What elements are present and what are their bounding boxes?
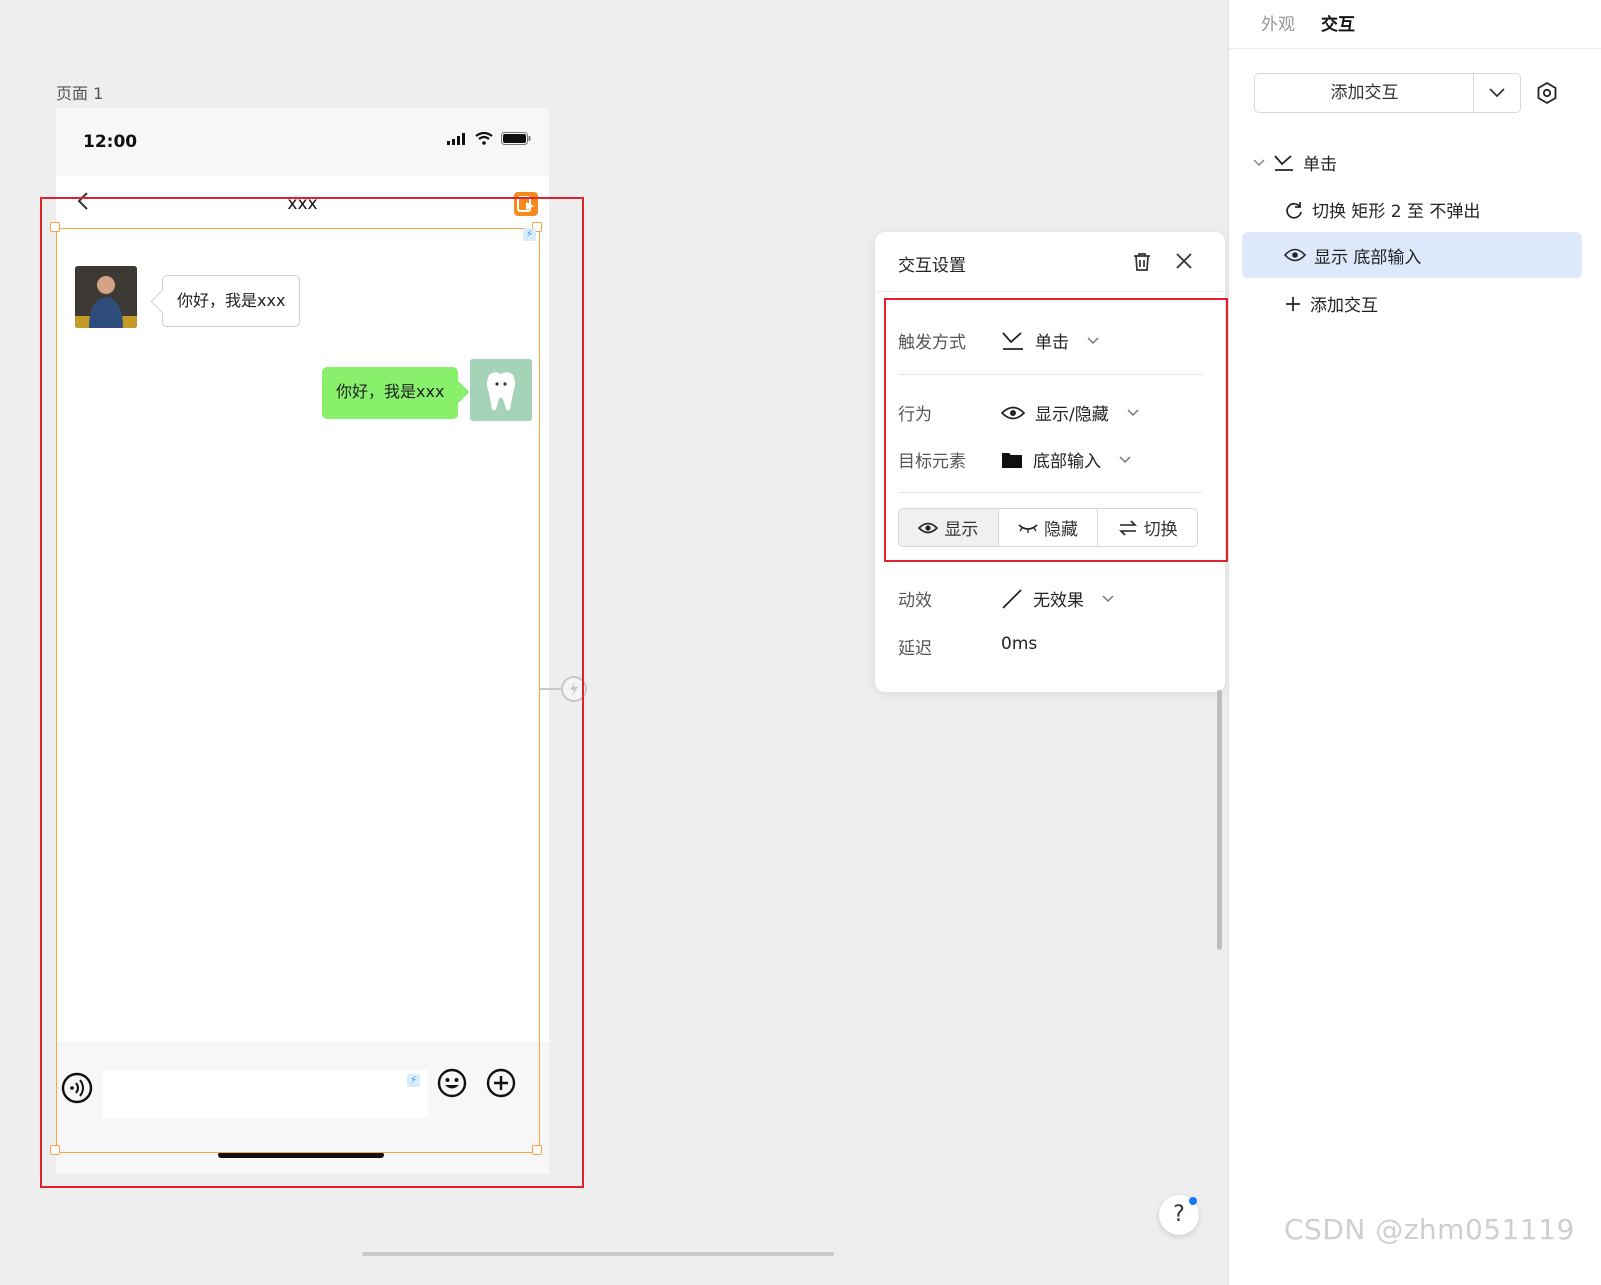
popup-header: 交互设置: [875, 232, 1225, 292]
voice-icon[interactable]: [61, 1072, 93, 1104]
add-interaction-button[interactable]: 添加交互: [1254, 73, 1474, 113]
interaction-target-icon: [517, 196, 534, 212]
message-input[interactable]: [102, 1070, 428, 1118]
help-notification-dot: [1189, 1197, 1197, 1205]
avatar-right: [470, 359, 532, 421]
action-value: 显示/隐藏: [1035, 405, 1109, 425]
cycle-icon: [1286, 201, 1302, 219]
emoji-icon[interactable]: [437, 1068, 467, 1098]
popup-title: 交互设置: [898, 256, 966, 276]
interaction-settings-popup: 交互设置 触发方式 单击 行为 显示/隐藏 目标元素 底部输入 显示 隐藏 切换…: [875, 232, 1225, 692]
nav-bar: xxx: [56, 176, 549, 240]
home-indicator: [218, 1152, 384, 1158]
connector-node[interactable]: [561, 676, 587, 702]
lightning-badge-input: ⚡: [407, 1074, 420, 1087]
person-avatar-icon: [75, 266, 137, 328]
phone-frame[interactable]: 12:00 xxx 你好，我是xxx 你好，我是xxx ⚡: [56, 108, 549, 1174]
add-interaction-dropdown[interactable]: [1473, 73, 1521, 113]
resize-handle-tl[interactable]: [50, 222, 60, 232]
divider: [898, 374, 1202, 375]
animation-label: 动效: [898, 591, 932, 611]
trigger-label: 触发方式: [898, 333, 966, 353]
target-select[interactable]: 底部输入: [1001, 447, 1131, 472]
help-button[interactable]: ?: [1159, 1195, 1199, 1235]
segment-show-label: 显示: [944, 520, 979, 540]
chat-bubble-sent: 你好，我是xxx: [322, 367, 459, 419]
tree-trigger-label: 单击: [1303, 155, 1337, 175]
trash-icon[interactable]: [1131, 251, 1153, 273]
tab-appearance[interactable]: 外观: [1261, 10, 1295, 35]
help-label: ?: [1173, 1202, 1185, 1227]
wifi-icon: [475, 132, 493, 145]
visibility-segmented-control: 显示 隐藏 切换: [898, 508, 1198, 547]
chevron-down-icon[interactable]: [1253, 158, 1265, 167]
horizontal-scrollbar[interactable]: [362, 1252, 834, 1256]
animation-select[interactable]: 无效果: [1001, 586, 1114, 611]
click-trigger-icon: [1002, 331, 1023, 350]
eye-icon: [918, 522, 939, 533]
tree-add-label: 添加交互: [1310, 296, 1378, 316]
close-icon[interactable]: [1174, 251, 1194, 271]
tree-trigger-row[interactable]: 单击: [1253, 150, 1337, 175]
chevron-down-icon: [1102, 594, 1114, 602]
trigger-value: 单击: [1035, 333, 1069, 353]
chevron-down-icon: [1127, 408, 1139, 416]
chevron-down-icon: [1489, 88, 1505, 98]
action-label: 行为: [898, 405, 932, 425]
resize-handle-br[interactable]: [532, 1145, 542, 1155]
signal-icon: [447, 132, 465, 145]
bottom-input-bar[interactable]: ⚡: [56, 1042, 549, 1174]
watermark: CSDN @zhm051119: [1284, 1213, 1575, 1246]
trigger-select[interactable]: 单击: [1001, 328, 1099, 353]
resize-handle-bl[interactable]: [50, 1145, 60, 1155]
panel-tabs: 外观 交互: [1229, 0, 1601, 49]
interaction-badge[interactable]: [514, 192, 538, 216]
nav-title: xxx: [287, 194, 318, 214]
status-bar: 12:00: [56, 108, 549, 176]
settings-icon[interactable]: [1535, 81, 1559, 105]
eye-icon: [1001, 406, 1025, 419]
lightning-badge-selection: ⚡: [523, 228, 536, 241]
tab-interaction[interactable]: 交互: [1321, 10, 1355, 35]
vertical-scrollbar[interactable]: [1217, 690, 1222, 950]
tree-item-label: 切换 矩形 2 至 不弹出: [1312, 202, 1481, 222]
segment-toggle[interactable]: 切换: [1098, 509, 1197, 546]
target-label: 目标元素: [898, 452, 966, 472]
avatar-left: [75, 266, 137, 328]
segment-toggle-label: 切换: [1143, 520, 1178, 540]
target-value: 底部输入: [1033, 452, 1101, 472]
action-select[interactable]: 显示/隐藏: [1001, 400, 1139, 425]
folder-icon: [1002, 452, 1022, 468]
plus-icon: [1286, 296, 1300, 311]
properties-panel: 外观 交互 添加交互 单击 切换 矩形 2 至 不弹出 显示 底部输入 添加交互: [1228, 0, 1601, 1285]
page-label: 页面 1: [56, 84, 104, 103]
eye-closed-icon: [1018, 523, 1038, 533]
segment-hide[interactable]: 隐藏: [998, 509, 1099, 546]
delay-input[interactable]: 0ms: [1001, 634, 1037, 654]
segment-show[interactable]: 显示: [899, 509, 999, 546]
tree-item-show-bottom-input[interactable]: 显示 底部输入: [1242, 232, 1582, 278]
chevron-down-icon: [1119, 455, 1131, 463]
chat-bubble-received: 你好，我是xxx: [162, 275, 301, 327]
lightning-icon: [570, 682, 578, 696]
no-effect-icon: [1002, 588, 1022, 609]
tooth-avatar-icon: [470, 359, 532, 421]
segment-hide-label: 隐藏: [1044, 520, 1078, 540]
swap-icon: [1118, 519, 1137, 536]
chevron-down-icon: [1087, 336, 1099, 344]
battery-icon: [501, 132, 531, 145]
click-trigger-icon: [1274, 154, 1293, 171]
divider: [898, 492, 1202, 493]
tree-add-interaction[interactable]: 添加交互: [1284, 291, 1378, 316]
status-time: 12:00: [83, 132, 138, 152]
plus-circle-icon[interactable]: [486, 1068, 516, 1098]
eye-icon: [1284, 248, 1306, 262]
tree-item-label: 显示 底部输入: [1314, 247, 1422, 268]
delay-label: 延迟: [898, 639, 932, 659]
tree-item-toggle-rect[interactable]: 切换 矩形 2 至 不弹出: [1284, 197, 1480, 222]
animation-value: 无效果: [1033, 591, 1084, 611]
status-icons: [447, 132, 531, 145]
